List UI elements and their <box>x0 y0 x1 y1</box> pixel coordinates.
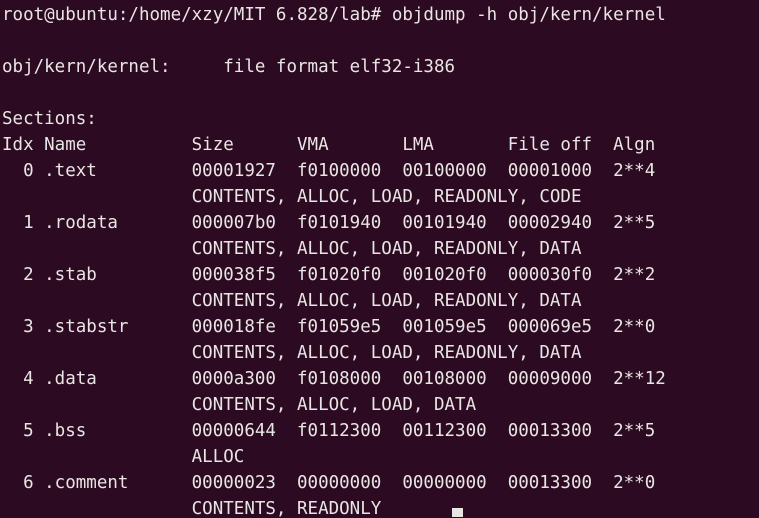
table-row: 3 .stabstr 000018fe f01059e5 001059e5 00… <box>2 317 656 337</box>
table-row-flags: ALLOC <box>2 447 245 467</box>
table-row: 2 .stab 000038f5 f01020f0 001020f0 00003… <box>2 265 656 285</box>
table-header-row: Idx Name Size VMA LMA File off Algn <box>2 135 656 155</box>
table-row: 6 .comment 00000023 00000000 00000000 00… <box>2 473 656 493</box>
table-row: 4 .data 0000a300 f0108000 00108000 00009… <box>2 369 666 389</box>
table-row-flags: CONTENTS, ALLOC, LOAD, READONLY, DATA <box>2 239 582 259</box>
terminal-window[interactable]: root@ubuntu:/home/xzy/MIT 6.828/lab# obj… <box>0 0 759 518</box>
table-row-flags: CONTENTS, ALLOC, LOAD, READONLY, DATA <box>2 291 582 311</box>
table-row: 0 .text 00001927 f0100000 00100000 00001… <box>2 161 656 181</box>
table-row-flags: CONTENTS, ALLOC, LOAD, DATA <box>2 395 477 415</box>
table-row: 1 .rodata 000007b0 f0101940 00101940 000… <box>2 213 656 233</box>
prompt-line: root@ubuntu:/home/xzy/MIT 6.828/lab# obj… <box>2 5 666 25</box>
table-row-flags: CONTENTS, ALLOC, LOAD, READONLY, DATA <box>2 343 582 363</box>
file-format-line: obj/kern/kernel: file format elf32-i386 <box>2 57 456 77</box>
table-row: 5 .bss 00000644 f0112300 00112300 000133… <box>2 421 656 441</box>
sections-label: Sections: <box>2 109 97 129</box>
text-cursor <box>452 508 463 517</box>
terminal-screen: root@ubuntu:/home/xzy/MIT 6.828/lab# obj… <box>2 2 759 518</box>
table-row-flags: CONTENTS, READONLY <box>2 499 382 518</box>
table-row-flags: CONTENTS, ALLOC, LOAD, READONLY, CODE <box>2 187 582 207</box>
